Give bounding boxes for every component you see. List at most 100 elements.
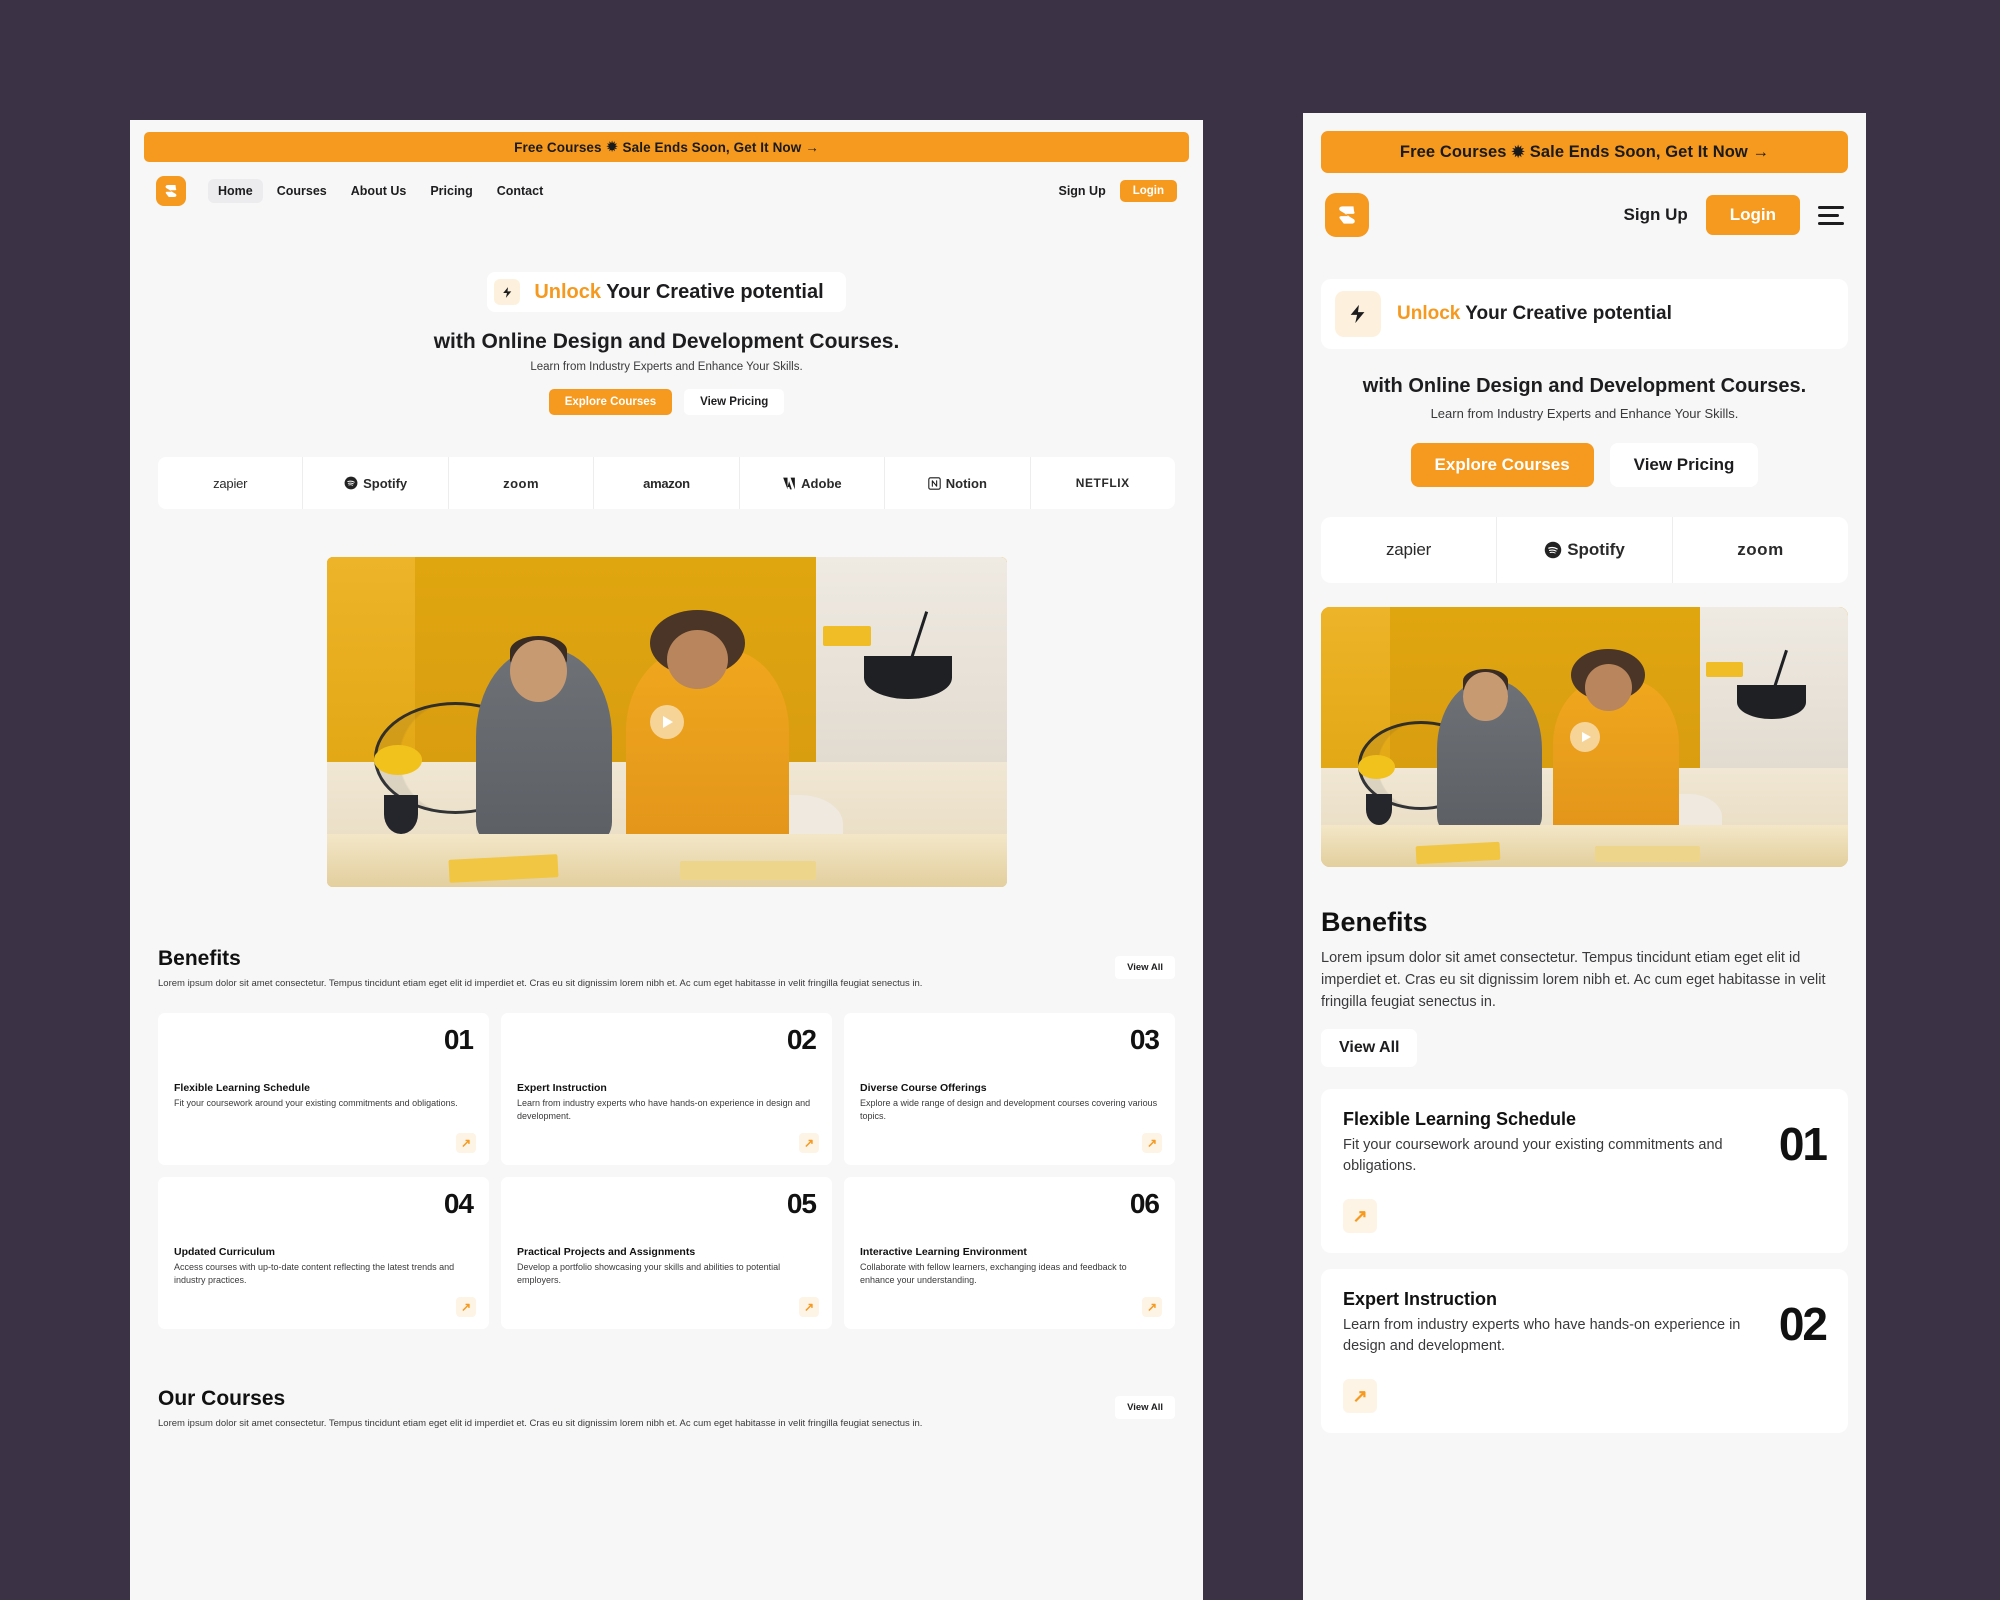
- hero-section: Unlock Your Creative potential with Onli…: [130, 218, 1203, 415]
- hero-subhead: Learn from Industry Experts and Enhance …: [1430, 406, 1739, 421]
- courses-view-all-button[interactable]: View All: [1115, 1396, 1175, 1420]
- navbar-mobile: Sign Up Login: [1303, 173, 1866, 253]
- nav-link-home[interactable]: Home: [208, 179, 263, 203]
- nav-link-contact[interactable]: Contact: [487, 179, 554, 203]
- hero-video-player-mobile[interactable]: [1321, 607, 1848, 867]
- arrow-up-right-icon[interactable]: ↗: [1142, 1297, 1162, 1318]
- bolt-icon: [1335, 291, 1381, 337]
- arrow-up-right-icon[interactable]: ↗: [1343, 1379, 1377, 1414]
- benefit-description: Fit your coursework around your existing…: [1343, 1137, 1723, 1175]
- spotify-icon: [1544, 541, 1562, 559]
- benefits-section: Benefits Lorem ipsum dolor sit amet cons…: [130, 947, 1203, 1330]
- explore-courses-button[interactable]: Explore Courses: [1410, 443, 1594, 487]
- hero-section-mobile: Unlock Your Creative potential with Onli…: [1303, 253, 1866, 487]
- benefits-header: Benefits Lorem ipsum dolor sit amet cons…: [158, 947, 1175, 991]
- logo-cell-spotify: Spotify: [1497, 517, 1673, 583]
- hero-eyebrow-highlight: Unlock: [534, 280, 602, 303]
- brand-logo-strip-mobile: zapier Spotify zoom: [1321, 517, 1848, 583]
- benefit-description: Collaborate with fellow learners, exchan…: [860, 1262, 1127, 1286]
- logo-cell-zapier: zapier: [1321, 517, 1497, 583]
- benefit-card[interactable]: Flexible Learning Schedule Fit your cour…: [1321, 1089, 1848, 1254]
- play-icon[interactable]: [1569, 722, 1600, 752]
- benefit-card[interactable]: 05 Practical Projects and Assignments De…: [501, 1177, 832, 1330]
- sign-up-link[interactable]: Sign Up: [1624, 205, 1688, 225]
- logo-cell-netflix: NETFLIX: [1031, 457, 1175, 509]
- promo-text-before: Free Courses: [514, 139, 602, 155]
- view-pricing-button[interactable]: View Pricing: [1609, 443, 1759, 487]
- mobile-preview-panel: Free Courses ✹ Sale Ends Soon, Get It No…: [1303, 113, 1866, 1600]
- arrow-up-right-icon[interactable]: ↗: [456, 1297, 476, 1318]
- benefits-card-grid: 01 Flexible Learning Schedule Fit your c…: [158, 1013, 1175, 1330]
- hero-eyebrow-text: Unlock Your Creative potential: [534, 281, 823, 304]
- desktop-preview-panel: Free Courses ✹ Sale Ends Soon, Get It No…: [130, 120, 1203, 1600]
- nav-actions-mobile: Sign Up Login: [1624, 195, 1844, 235]
- login-button[interactable]: Login: [1119, 180, 1177, 202]
- explore-courses-button[interactable]: Explore Courses: [548, 389, 673, 415]
- benefit-card[interactable]: 04 Updated Curriculum Access courses wit…: [158, 1177, 489, 1330]
- hero-cta-row: Explore Courses View Pricing: [130, 389, 1203, 415]
- benefit-number: 04: [443, 1188, 474, 1220]
- benefit-number: 02: [1778, 1298, 1828, 1351]
- logo-cell-zoom: zoom: [449, 457, 595, 509]
- benefits-card-list: Flexible Learning Schedule Fit your cour…: [1321, 1089, 1848, 1434]
- hero-eyebrow-highlight: Unlock: [1397, 303, 1461, 324]
- benefits-view-all-button[interactable]: View All: [1115, 956, 1175, 979]
- benefit-title: Expert Instruction: [1343, 1289, 1498, 1310]
- promo-banner-mobile[interactable]: Free Courses ✹ Sale Ends Soon, Get It No…: [1321, 131, 1848, 173]
- brand-logo[interactable]: [1325, 193, 1369, 237]
- logo-cell-notion: Notion: [885, 457, 1031, 509]
- benefit-card[interactable]: Expert Instruction Learn from industry e…: [1321, 1269, 1848, 1434]
- sign-up-link[interactable]: Sign Up: [1058, 184, 1105, 198]
- benefit-number: 06: [1129, 1188, 1160, 1220]
- benefit-card[interactable]: 06 Interactive Learning Environment Coll…: [844, 1177, 1175, 1330]
- benefit-description: Explore a wide range of design and devel…: [860, 1098, 1158, 1122]
- arrow-up-right-icon[interactable]: ↗: [799, 1133, 819, 1154]
- nav-link-about-us[interactable]: About Us: [341, 179, 417, 203]
- benefit-card[interactable]: 02 Expert Instruction Learn from industr…: [501, 1013, 832, 1166]
- login-button[interactable]: Login: [1705, 195, 1800, 235]
- hero-eyebrow-rest: Your Creative potential: [1460, 303, 1672, 324]
- courses-description: Lorem ipsum dolor sit amet consectetur. …: [158, 1418, 923, 1430]
- benefits-description: Lorem ipsum dolor sit amet consectetur. …: [1321, 950, 1826, 1010]
- arrow-up-right-icon[interactable]: ↗: [1343, 1199, 1377, 1234]
- logo-glyph-icon: [165, 185, 177, 197]
- hero-cta-row: Explore Courses View Pricing: [1321, 443, 1848, 487]
- benefit-title: Flexible Learning Schedule: [1343, 1109, 1577, 1130]
- nav-link-courses[interactable]: Courses: [267, 179, 337, 203]
- benefit-description: Learn from industry experts who have han…: [1343, 1317, 1741, 1355]
- view-pricing-button[interactable]: View Pricing: [684, 389, 785, 415]
- nav-link-pricing[interactable]: Pricing: [420, 179, 482, 203]
- hero-video-player[interactable]: [326, 557, 1007, 887]
- benefit-title: Diverse Course Offerings: [860, 1082, 987, 1095]
- benefit-card[interactable]: 01 Flexible Learning Schedule Fit your c…: [158, 1013, 489, 1166]
- adobe-wordmark: Adobe: [801, 475, 842, 491]
- logo-cell-amazon: amazon: [594, 457, 740, 509]
- hero-eyebrow-rest: Your Creative potential: [601, 280, 824, 303]
- brand-logo[interactable]: [156, 176, 186, 206]
- benefits-view-all-button[interactable]: View All: [1321, 1029, 1418, 1068]
- benefit-title: Interactive Learning Environment: [860, 1246, 1027, 1259]
- benefits-title: Benefits: [1321, 907, 1428, 937]
- play-icon[interactable]: [649, 705, 684, 739]
- hero-eyebrow: Unlock Your Creative potential: [487, 272, 846, 312]
- promo-text-after: Sale Ends Soon, Get It Now →: [622, 139, 819, 155]
- hero-headline: with Online Design and Development Cours…: [433, 330, 900, 353]
- navbar: Home Courses About Us Pricing Contact Si…: [130, 162, 1203, 218]
- spotify-icon: [344, 476, 358, 490]
- benefit-number: 02: [786, 1024, 817, 1056]
- hamburger-icon[interactable]: [1818, 205, 1844, 225]
- promo-text-after: Sale Ends Soon, Get It Now →: [1529, 142, 1770, 161]
- notion-wordmark: Notion: [945, 475, 987, 491]
- benefit-title: Updated Curriculum: [174, 1246, 275, 1259]
- benefit-number: 01: [443, 1024, 474, 1056]
- sparkle-icon: ✹: [606, 139, 618, 154]
- bolt-icon: [494, 279, 521, 305]
- promo-banner[interactable]: Free Courses ✹ Sale Ends Soon, Get It No…: [144, 132, 1189, 162]
- benefit-description: Develop a portfolio showcasing your skil…: [517, 1262, 781, 1286]
- nav-links: Home Courses About Us Pricing Contact: [208, 179, 553, 203]
- arrow-up-right-icon[interactable]: ↗: [799, 1297, 819, 1318]
- arrow-up-right-icon[interactable]: ↗: [456, 1133, 476, 1154]
- arrow-up-right-icon[interactable]: ↗: [1142, 1133, 1162, 1154]
- benefit-card[interactable]: 03 Diverse Course Offerings Explore a wi…: [844, 1013, 1175, 1166]
- brand-logo-strip: zapier Spotify zoom amazon Adobe Notion …: [158, 457, 1175, 509]
